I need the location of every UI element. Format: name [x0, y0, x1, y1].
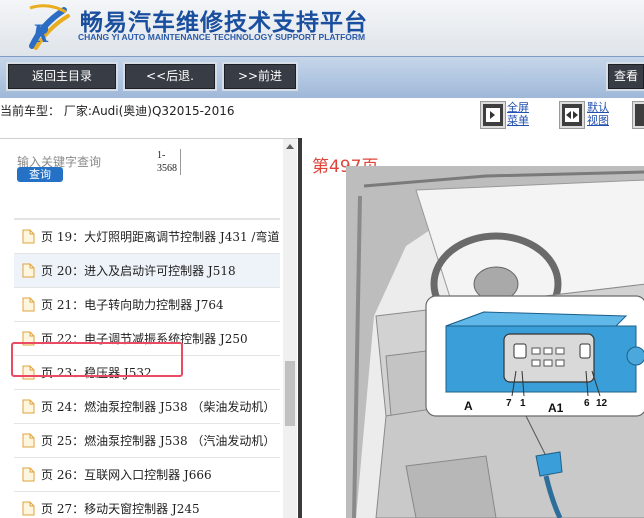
document-icon	[22, 297, 35, 312]
fullscreen-icon	[486, 108, 500, 122]
platform-subtitle: CHANG YI AUTO MAINTENANCE TECHNOLOGY SUP…	[78, 32, 366, 42]
fullscreen-label-line1: 全屏	[507, 101, 529, 114]
default-view-label-line2: 视图	[587, 114, 609, 127]
document-icon	[22, 229, 35, 244]
default-view-icon	[565, 108, 579, 122]
default-view-button[interactable]	[560, 102, 584, 128]
document-icon	[22, 399, 35, 414]
highlight-box	[11, 342, 183, 377]
fullscreen-menu-link[interactable]: 全屏 菜单	[507, 101, 529, 127]
label-a: A	[464, 399, 473, 413]
page-range-line1: 1-	[157, 150, 166, 161]
toc-item-page-26[interactable]: 页 26：互联网入口控制器 J666	[14, 457, 280, 491]
document-icon	[22, 501, 35, 516]
fullscreen-label-line2: 菜单	[507, 114, 529, 127]
toc-item-label: 页 26：互联网入口控制器 J666	[41, 468, 212, 482]
forward-button[interactable]: >>前进	[222, 62, 298, 91]
toc-item-page-20[interactable]: 页 20：进入及启动许可控制器 J518	[14, 253, 280, 287]
label-7: 7	[506, 398, 512, 409]
toc-item-label: 页 19：大灯照明距离调节控制器 J431 /弯道	[41, 230, 280, 244]
scroll-up-icon[interactable]	[283, 139, 297, 155]
fullscreen-menu-button[interactable]	[481, 102, 505, 128]
toc-item	[14, 193, 280, 219]
page-range-line2: 3568	[157, 163, 177, 174]
search-button[interactable]: 查询	[17, 167, 63, 182]
toc-item-label: 页 21：电子转向助力控制器 J764	[41, 298, 224, 312]
label-12: 12	[596, 398, 608, 409]
page-range: 1- 3568	[157, 149, 181, 175]
toc-item-label: 页 24：燃油泵控制器 J538 （柴油发动机）	[41, 400, 276, 414]
toc-scrollbar[interactable]	[283, 139, 297, 518]
toolbar: 返回主目录 <<后退. >>前进 查看	[0, 56, 644, 98]
header: R 畅易汽车维修技术支持平台 CHANG YI AUTO MAINTENANCE…	[0, 0, 644, 56]
toc-item-page-19[interactable]: 页 19：大灯照明距离调节控制器 J431 /弯道	[14, 219, 280, 253]
back-button[interactable]: <<后退.	[123, 62, 217, 91]
extra-view-button[interactable]	[633, 102, 644, 128]
label-1: 1	[520, 398, 526, 409]
toc-item-page-27[interactable]: 页 27：移动天窗控制器 J245	[14, 491, 280, 518]
back-to-main-button[interactable]: 返回主目录	[6, 62, 118, 91]
logo-icon: R	[29, 4, 70, 50]
svg-text:R: R	[31, 19, 49, 48]
toc-panel: 输入关键字查询 查询 1- 3568 页 19：大灯照明距离调节控制器 J431…	[0, 138, 298, 518]
label-6: 6	[584, 398, 590, 409]
current-car-model: 当前车型： 厂家:Audi(奥迪)Q32015-2016	[0, 104, 235, 118]
toc-item-label: 页 27：移动天窗控制器 J245	[41, 502, 200, 516]
document-icon	[22, 433, 35, 448]
document-icon	[22, 467, 35, 482]
default-view-link[interactable]: 默认 视图	[587, 101, 609, 127]
toc-item-label: 页 25：燃油泵控制器 J538 （汽油发动机）	[41, 434, 276, 448]
scroll-thumb[interactable]	[285, 361, 295, 426]
document-icon	[22, 263, 35, 278]
diagram-viewer: 第497页 A 7 1 A1 6 12	[302, 138, 644, 518]
label-a1: A1	[548, 401, 564, 415]
default-view-label-line1: 默认	[587, 101, 609, 114]
toc-item-page-24[interactable]: 页 24：燃油泵控制器 J538 （柴油发动机）	[14, 389, 280, 423]
toc-item-label: 页 20：进入及启动许可控制器 J518	[41, 264, 236, 278]
view-button[interactable]: 查看	[606, 62, 644, 91]
car-interior-illustration: A 7 1 A1 6 12	[346, 166, 644, 518]
info-row: 当前车型： 厂家:Audi(奥迪)Q32015-2016 全屏 菜单 默认 视图	[0, 98, 644, 138]
toc-item-page-25[interactable]: 页 25：燃油泵控制器 J538 （汽油发动机）	[14, 423, 280, 457]
toc-item-page-21[interactable]: 页 21：电子转向助力控制器 J764	[14, 287, 280, 321]
